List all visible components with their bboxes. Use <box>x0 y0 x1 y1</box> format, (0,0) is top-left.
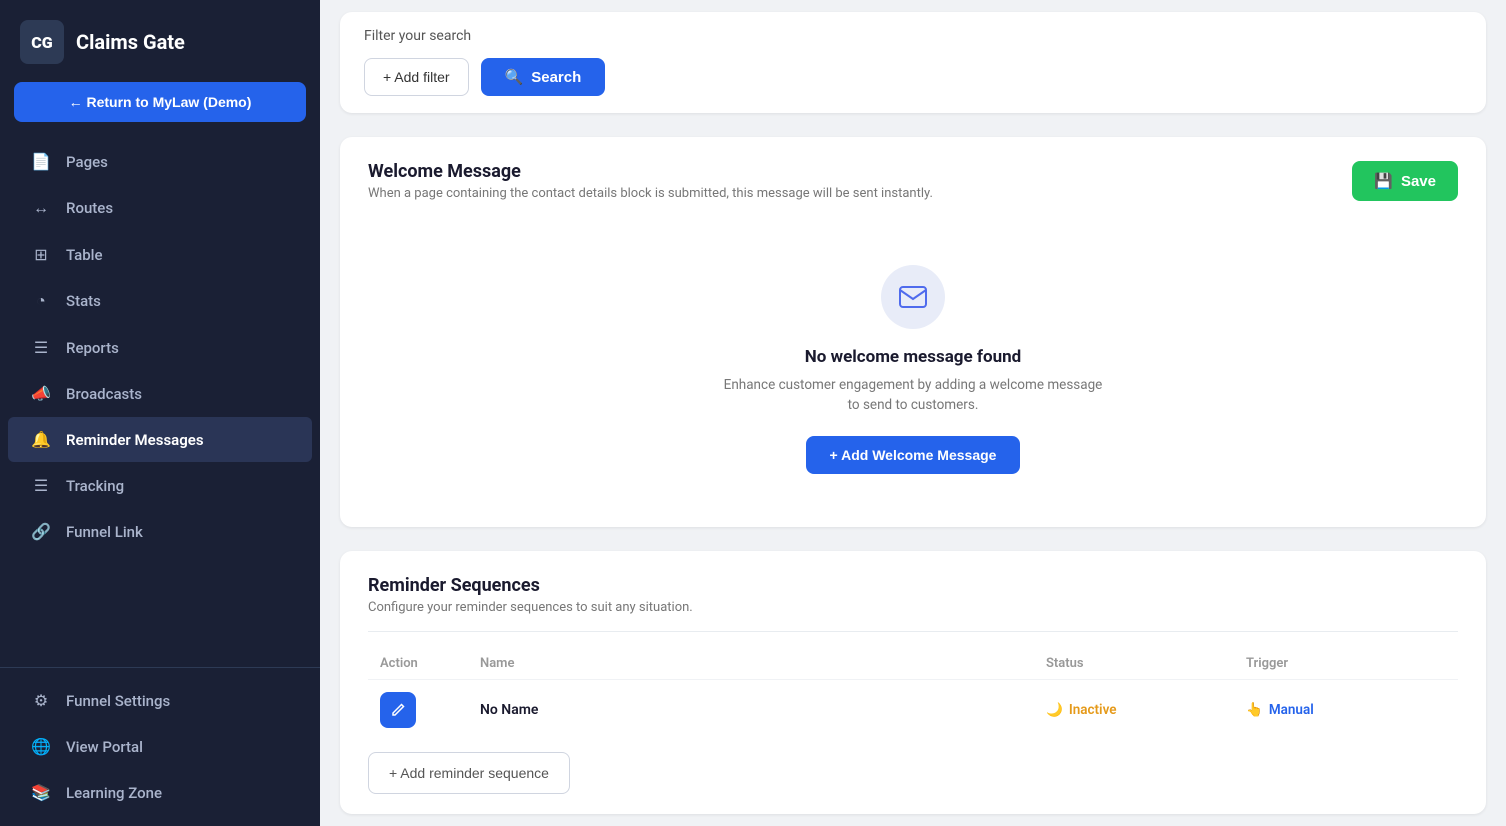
logo-icon: CG <box>20 20 64 64</box>
filter-card: Filter your search + Add filter 🔍 Search <box>340 12 1486 113</box>
sidebar-label-tracking: Tracking <box>66 477 124 495</box>
sidebar-logo: CG Claims Gate <box>0 0 320 82</box>
sidebar-item-pages[interactable]: 📄 Pages <box>8 139 312 184</box>
save-button[interactable]: 💾 Save <box>1352 161 1458 201</box>
add-sequence-button[interactable]: + Add reminder sequence <box>368 752 570 794</box>
sidebar-divider <box>0 667 320 668</box>
row-name: No Name <box>480 702 1046 718</box>
pages-icon: 📄 <box>30 152 52 171</box>
sidebar-item-table[interactable]: ⊞ Table <box>8 232 312 277</box>
sidebar-item-broadcasts[interactable]: 📣 Broadcasts <box>8 371 312 416</box>
sidebar-item-learning-zone[interactable]: 📚 Learning Zone <box>8 770 312 815</box>
col-status: Status <box>1046 656 1246 671</box>
sidebar-item-reports[interactable]: ☰ Reports <box>8 325 312 370</box>
status-text: Inactive <box>1069 702 1117 718</box>
sidebar-label-routes: Routes <box>66 199 113 217</box>
filter-title: Filter your search <box>364 28 1462 44</box>
filter-actions: + Add filter 🔍 Search <box>364 58 1462 96</box>
sidebar: CG Claims Gate ← Return to MyLaw (Demo) … <box>0 0 320 826</box>
sidebar-label-table: Table <box>66 246 103 264</box>
sidebar-bottom: ⚙ Funnel Settings 🌐 View Portal 📚 Learni… <box>0 657 320 826</box>
sidebar-label-stats: Stats <box>66 292 101 310</box>
reminder-sequences-card: Reminder Sequences Configure your remind… <box>340 551 1486 814</box>
table-icon: ⊞ <box>30 245 52 264</box>
table-row: No Name 🌙 Inactive 👆 Manual <box>368 679 1458 740</box>
trigger-icon: 👆 <box>1246 702 1263 718</box>
add-welcome-button[interactable]: + Add Welcome Message <box>806 436 1021 474</box>
reminder-title: Reminder Sequences <box>368 575 1458 596</box>
search-button[interactable]: 🔍 Search <box>481 58 606 96</box>
col-action: Action <box>380 656 480 671</box>
col-name: Name <box>480 656 1046 671</box>
sidebar-label-view-portal: View Portal <box>66 738 143 756</box>
sidebar-label-reminder-messages: Reminder Messages <box>66 431 204 449</box>
empty-title: No welcome message found <box>805 347 1021 367</box>
reminder-icon: 🔔 <box>30 430 52 449</box>
search-label: Search <box>531 69 581 86</box>
sidebar-item-funnel-settings[interactable]: ⚙ Funnel Settings <box>8 678 312 723</box>
return-button[interactable]: ← Return to MyLaw (Demo) <box>14 82 306 122</box>
col-trigger: Trigger <box>1246 656 1446 671</box>
routes-icon: ↔ <box>30 198 52 218</box>
empty-desc: Enhance customer engagement by adding a … <box>723 375 1103 416</box>
sidebar-item-routes[interactable]: ↔ Routes <box>8 185 312 231</box>
edit-row-button[interactable] <box>380 692 416 728</box>
stats-icon: ◔ <box>30 291 52 311</box>
welcome-header-text: Welcome Message When a page containing t… <box>368 161 933 201</box>
reminder-section: Reminder Sequences Configure your remind… <box>340 551 1486 814</box>
sidebar-label-pages: Pages <box>66 153 108 171</box>
sidebar-item-reminder-messages[interactable]: 🔔 Reminder Messages <box>8 417 312 462</box>
inactive-icon: 🌙 <box>1046 702 1063 718</box>
trigger-badge: 👆 Manual <box>1246 702 1446 718</box>
search-icon: 🔍 <box>505 68 524 86</box>
save-icon: 💾 <box>1374 172 1393 190</box>
learning-zone-icon: 📚 <box>30 783 52 802</box>
app-name: Claims Gate <box>76 30 185 54</box>
sidebar-nav: 📄 Pages ↔ Routes ⊞ Table ◔ Stats ☰ Repor… <box>0 138 320 555</box>
welcome-header: Welcome Message When a page containing t… <box>368 161 1458 201</box>
save-label: Save <box>1401 173 1436 190</box>
reminder-subtitle: Configure your reminder sequences to sui… <box>368 600 1458 615</box>
status-badge: 🌙 Inactive <box>1046 702 1246 718</box>
reports-icon: ☰ <box>30 338 52 357</box>
table-divider <box>368 631 1458 632</box>
funnel-settings-icon: ⚙ <box>30 691 52 710</box>
sidebar-label-broadcasts: Broadcasts <box>66 385 142 403</box>
row-action-cell <box>380 692 480 728</box>
sidebar-label-reports: Reports <box>66 339 119 357</box>
welcome-message-card: Welcome Message When a page containing t… <box>340 137 1486 526</box>
table-header: Action Name Status Trigger <box>368 648 1458 679</box>
add-filter-button[interactable]: + Add filter <box>364 58 469 96</box>
welcome-subtitle: When a page containing the contact detai… <box>368 186 933 201</box>
sidebar-item-funnel-link[interactable]: 🔗 Funnel Link <box>8 509 312 554</box>
welcome-title: Welcome Message <box>368 161 933 182</box>
view-portal-icon: 🌐 <box>30 737 52 756</box>
sidebar-label-learning-zone: Learning Zone <box>66 784 162 802</box>
welcome-section: Welcome Message When a page containing t… <box>340 137 1486 526</box>
tracking-icon: ☰ <box>30 476 52 495</box>
sidebar-item-tracking[interactable]: ☰ Tracking <box>8 463 312 508</box>
welcome-empty-state: No welcome message found Enhance custome… <box>368 225 1458 510</box>
envelope-icon <box>881 265 945 329</box>
sidebar-item-stats[interactable]: ◔ Stats <box>8 278 312 324</box>
sidebar-label-funnel-link: Funnel Link <box>66 523 143 541</box>
sidebar-item-view-portal[interactable]: 🌐 View Portal <box>8 724 312 769</box>
funnel-link-icon: 🔗 <box>30 522 52 541</box>
main-content: Filter your search + Add filter 🔍 Search… <box>320 0 1506 826</box>
sidebar-label-funnel-settings: Funnel Settings <box>66 692 170 710</box>
filter-section: Filter your search + Add filter 🔍 Search <box>340 12 1486 113</box>
trigger-text: Manual <box>1269 702 1314 718</box>
broadcasts-icon: 📣 <box>30 384 52 403</box>
